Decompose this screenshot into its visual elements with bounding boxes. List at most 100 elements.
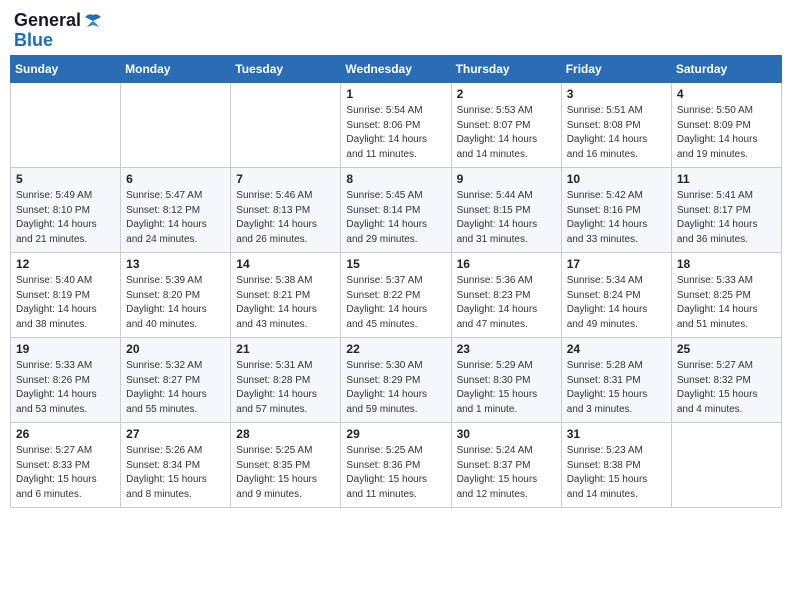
day-number: 7	[236, 172, 335, 186]
calendar-cell: 22Sunrise: 5:30 AM Sunset: 8:29 PM Dayli…	[341, 338, 451, 423]
day-number: 16	[457, 257, 556, 271]
calendar-cell	[231, 83, 341, 168]
day-number: 21	[236, 342, 335, 356]
calendar-cell	[671, 423, 781, 508]
day-number: 26	[16, 427, 115, 441]
day-info: Sunrise: 5:45 AM Sunset: 8:14 PM Dayligh…	[346, 189, 445, 247]
weekday-header-thursday: Thursday	[451, 56, 561, 83]
calendar-cell: 5 Sunrise: 5:49 AM Sunset: 8:10 PM Daylig…	[11, 168, 121, 253]
day-number: 12	[16, 257, 115, 271]
weekday-header-tuesday: Tuesday	[231, 56, 341, 83]
weekday-header-wednesday: Wednesday	[341, 56, 451, 83]
day-info: Sunrise: 5:42 AM Sunset: 8:16 PM Dayligh…	[567, 189, 666, 247]
calendar-cell: 14Sunrise: 5:38 AM Sunset: 8:21 PM Dayli…	[231, 253, 341, 338]
day-number: 9	[457, 172, 556, 186]
day-info: Sunrise: 5:24 AM Sunset: 8:37 PM Dayligh…	[457, 444, 556, 502]
day-info: Sunrise: 5:33 AM Sunset: 8:25 PM Dayligh…	[677, 274, 776, 332]
day-number: 20	[126, 342, 225, 356]
day-number: 17	[567, 257, 666, 271]
calendar-cell: 4 Sunrise: 5:50 AM Sunset: 8:09 PM Daylig…	[671, 83, 781, 168]
day-info: Sunrise: 5:47 AM Sunset: 8:12 PM Dayligh…	[126, 189, 225, 247]
day-info: Sunrise: 5:50 AM Sunset: 8:09 PM Dayligh…	[677, 104, 776, 162]
calendar-week-3: 12 Sunrise: 5:40 AM Sunset: 8:19 PM Dayli…	[11, 253, 782, 338]
calendar-cell: 25Sunrise: 5:27 AM Sunset: 8:32 PM Dayli…	[671, 338, 781, 423]
day-number: 2	[457, 87, 556, 101]
calendar-cell: 18 Sunrise: 5:33 AM Sunset: 8:25 PM Dayli…	[671, 253, 781, 338]
day-info: Sunrise: 5:31 AM Sunset: 8:28 PM Dayligh…	[236, 359, 335, 417]
calendar-week-4: 19 Sunrise: 5:33 AM Sunset: 8:26 PM Dayli…	[11, 338, 782, 423]
day-number: 13	[126, 257, 225, 271]
calendar-cell: 24 Sunrise: 5:28 AM Sunset: 8:31 PM Dayli…	[561, 338, 671, 423]
day-number: 30	[457, 427, 556, 441]
calendar-cell: 23Sunrise: 5:29 AM Sunset: 8:30 PM Dayli…	[451, 338, 561, 423]
logo: General Blue	[14, 10, 103, 49]
calendar-cell: 6 Sunrise: 5:47 AM Sunset: 8:12 PM Daylig…	[121, 168, 231, 253]
day-info: Sunrise: 5:39 AM Sunset: 8:20 PM Dayligh…	[126, 274, 225, 332]
day-info: Sunrise: 5:37 AM Sunset: 8:22 PM Dayligh…	[346, 274, 445, 332]
calendar-cell: 15Sunrise: 5:37 AM Sunset: 8:22 PM Dayli…	[341, 253, 451, 338]
day-number: 27	[126, 427, 225, 441]
calendar-cell: 3 Sunrise: 5:51 AM Sunset: 8:08 PM Daylig…	[561, 83, 671, 168]
calendar-cell: 17 Sunrise: 5:34 AM Sunset: 8:24 PM Dayli…	[561, 253, 671, 338]
calendar-cell: 8 Sunrise: 5:45 AM Sunset: 8:14 PM Daylig…	[341, 168, 451, 253]
day-info: Sunrise: 5:34 AM Sunset: 8:24 PM Dayligh…	[567, 274, 666, 332]
day-number: 5	[16, 172, 115, 186]
calendar-cell: 27 Sunrise: 5:26 AM Sunset: 8:34 PM Dayli…	[121, 423, 231, 508]
day-info: Sunrise: 5:51 AM Sunset: 8:08 PM Dayligh…	[567, 104, 666, 162]
calendar-table: SundayMondayTuesdayWednesdayThursdayFrid…	[10, 55, 782, 508]
day-number: 3	[567, 87, 666, 101]
calendar-header: SundayMondayTuesdayWednesdayThursdayFrid…	[11, 56, 782, 83]
day-info: Sunrise: 5:27 AM Sunset: 8:33 PM Dayligh…	[16, 444, 115, 502]
day-number: 18	[677, 257, 776, 271]
calendar-cell: 1 Sunrise: 5:54 AM Sunset: 8:06 PM Daylig…	[341, 83, 451, 168]
calendar-cell: 29 Sunrise: 5:25 AM Sunset: 8:36 PM Dayli…	[341, 423, 451, 508]
day-number: 8	[346, 172, 445, 186]
day-number: 1	[346, 87, 445, 101]
day-info: Sunrise: 5:44 AM Sunset: 8:15 PM Dayligh…	[457, 189, 556, 247]
calendar-cell: 10 Sunrise: 5:42 AM Sunset: 8:16 PM Dayli…	[561, 168, 671, 253]
day-number: 6	[126, 172, 225, 186]
calendar-cell: 28Sunrise: 5:25 AM Sunset: 8:35 PM Dayli…	[231, 423, 341, 508]
calendar-cell: 11Sunrise: 5:41 AM Sunset: 8:17 PM Dayli…	[671, 168, 781, 253]
logo-bird-icon	[83, 13, 103, 29]
weekday-header-saturday: Saturday	[671, 56, 781, 83]
day-number: 24	[567, 342, 666, 356]
day-info: Sunrise: 5:46 AM Sunset: 8:13 PM Dayligh…	[236, 189, 335, 247]
day-info: Sunrise: 5:38 AM Sunset: 8:21 PM Dayligh…	[236, 274, 335, 332]
calendar-cell	[11, 83, 121, 168]
calendar-cell: 30 Sunrise: 5:24 AM Sunset: 8:37 PM Dayli…	[451, 423, 561, 508]
calendar-cell: 13 Sunrise: 5:39 AM Sunset: 8:20 PM Dayli…	[121, 253, 231, 338]
logo-blue-text: Blue	[14, 31, 53, 49]
logo-general-text: General	[14, 10, 81, 31]
day-info: Sunrise: 5:23 AM Sunset: 8:38 PM Dayligh…	[567, 444, 666, 502]
day-number: 19	[16, 342, 115, 356]
day-info: Sunrise: 5:33 AM Sunset: 8:26 PM Dayligh…	[16, 359, 115, 417]
day-info: Sunrise: 5:25 AM Sunset: 8:36 PM Dayligh…	[346, 444, 445, 502]
day-info: Sunrise: 5:54 AM Sunset: 8:06 PM Dayligh…	[346, 104, 445, 162]
calendar-cell: 12 Sunrise: 5:40 AM Sunset: 8:19 PM Dayli…	[11, 253, 121, 338]
day-info: Sunrise: 5:26 AM Sunset: 8:34 PM Dayligh…	[126, 444, 225, 502]
calendar-week-5: 26 Sunrise: 5:27 AM Sunset: 8:33 PM Dayli…	[11, 423, 782, 508]
day-info: Sunrise: 5:40 AM Sunset: 8:19 PM Dayligh…	[16, 274, 115, 332]
day-info: Sunrise: 5:36 AM Sunset: 8:23 PM Dayligh…	[457, 274, 556, 332]
day-info: Sunrise: 5:49 AM Sunset: 8:10 PM Dayligh…	[16, 189, 115, 247]
calendar-cell: 7 Sunrise: 5:46 AM Sunset: 8:13 PM Daylig…	[231, 168, 341, 253]
day-number: 10	[567, 172, 666, 186]
calendar-cell: 2 Sunrise: 5:53 AM Sunset: 8:07 PM Daylig…	[451, 83, 561, 168]
day-number: 25	[677, 342, 776, 356]
calendar-cell: 16 Sunrise: 5:36 AM Sunset: 8:23 PM Dayli…	[451, 253, 561, 338]
day-number: 4	[677, 87, 776, 101]
day-info: Sunrise: 5:29 AM Sunset: 8:30 PM Dayligh…	[457, 359, 556, 417]
weekday-header-sunday: Sunday	[11, 56, 121, 83]
weekday-header-monday: Monday	[121, 56, 231, 83]
day-info: Sunrise: 5:32 AM Sunset: 8:27 PM Dayligh…	[126, 359, 225, 417]
day-number: 11	[677, 172, 776, 186]
calendar-week-1: 1 Sunrise: 5:54 AM Sunset: 8:06 PM Daylig…	[11, 83, 782, 168]
day-number: 29	[346, 427, 445, 441]
day-info: Sunrise: 5:53 AM Sunset: 8:07 PM Dayligh…	[457, 104, 556, 162]
day-info: Sunrise: 5:28 AM Sunset: 8:31 PM Dayligh…	[567, 359, 666, 417]
calendar-cell: 31 Sunrise: 5:23 AM Sunset: 8:38 PM Dayli…	[561, 423, 671, 508]
calendar-cell: 21 Sunrise: 5:31 AM Sunset: 8:28 PM Dayli…	[231, 338, 341, 423]
day-number: 31	[567, 427, 666, 441]
calendar-cell: 9 Sunrise: 5:44 AM Sunset: 8:15 PM Daylig…	[451, 168, 561, 253]
